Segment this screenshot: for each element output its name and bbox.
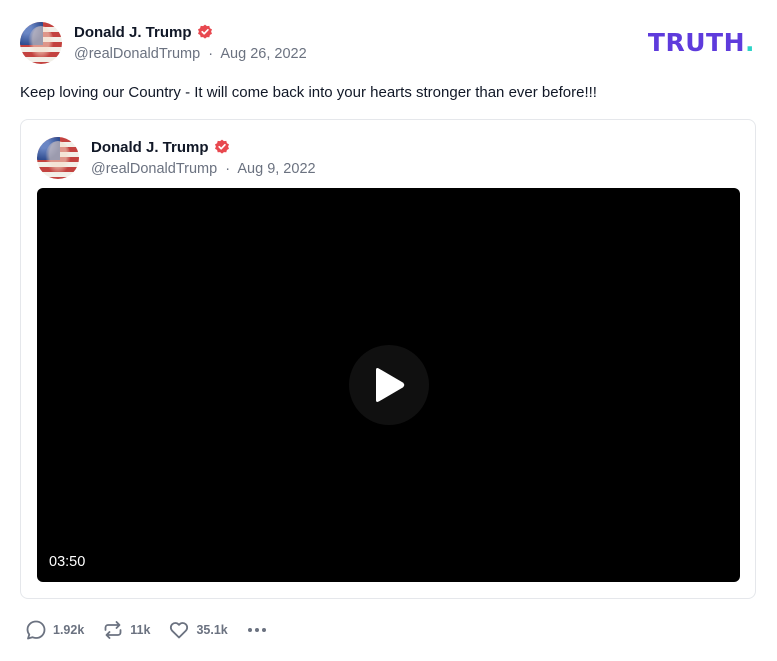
retruth-button[interactable]: 11k: [102, 619, 150, 641]
reply-count: 1.92k: [53, 623, 85, 637]
logo-dot: .: [745, 28, 755, 57]
like-button[interactable]: 35.1k: [168, 619, 228, 641]
more-options-button[interactable]: [246, 619, 268, 641]
quoted-author-info: Donald J. Trump @realDonaldTrump · Aug 9…: [91, 137, 316, 179]
quoted-author-handle[interactable]: @realDonaldTrump: [91, 161, 217, 177]
author-info: Donald J. Trump @realDonaldTrump · Aug 2…: [74, 22, 307, 63]
retruth-count: 11k: [130, 623, 151, 637]
play-icon: [375, 368, 404, 402]
play-button[interactable]: [348, 345, 429, 425]
truth-logo: TRUTH.: [648, 28, 755, 57]
video-player[interactable]: 03:50: [37, 188, 740, 582]
separator: ·: [204, 46, 218, 62]
post-date[interactable]: Aug 26, 2022: [220, 46, 306, 62]
heart-icon: [170, 622, 189, 639]
like-count: 35.1k: [196, 623, 228, 637]
reply-icon: [26, 620, 46, 640]
retruth-icon: [104, 621, 122, 639]
video-duration: 03:50: [49, 554, 86, 570]
truth-post: Donald J. Trump @realDonaldTrump · Aug 2…: [0, 0, 777, 661]
post-actions: 1.92k 11k 35.1k: [25, 619, 268, 641]
author-handle[interactable]: @realDonaldTrump: [74, 46, 200, 62]
name-row: Donald J. Trump: [74, 22, 307, 42]
verified-badge-icon: [197, 24, 213, 40]
handle-row: @realDonaldTrump · Aug 26, 2022: [74, 46, 307, 62]
quoted-avatar[interactable]: [37, 137, 79, 179]
logo-text: TRUTH: [647, 28, 745, 57]
reply-button[interactable]: 1.92k: [25, 619, 84, 641]
separator: ·: [221, 161, 235, 177]
post-header: Donald J. Trump @realDonaldTrump · Aug 2…: [20, 22, 307, 64]
quoted-handle-row: @realDonaldTrump · Aug 9, 2022: [91, 161, 316, 177]
quoted-author-name[interactable]: Donald J. Trump: [91, 139, 209, 156]
more-options-icon: [247, 628, 266, 632]
quoted-post-date[interactable]: Aug 9, 2022: [237, 161, 315, 177]
author-name[interactable]: Donald J. Trump: [74, 24, 192, 41]
quoted-name-row: Donald J. Trump: [91, 137, 316, 157]
post-text: Keep loving our Country - It will come b…: [20, 84, 597, 101]
quoted-post-card[interactable]: Donald J. Trump @realDonaldTrump · Aug 9…: [20, 119, 756, 599]
avatar[interactable]: [20, 22, 62, 64]
verified-badge-icon: [214, 139, 230, 155]
quoted-post-header: Donald J. Trump @realDonaldTrump · Aug 9…: [37, 137, 316, 179]
